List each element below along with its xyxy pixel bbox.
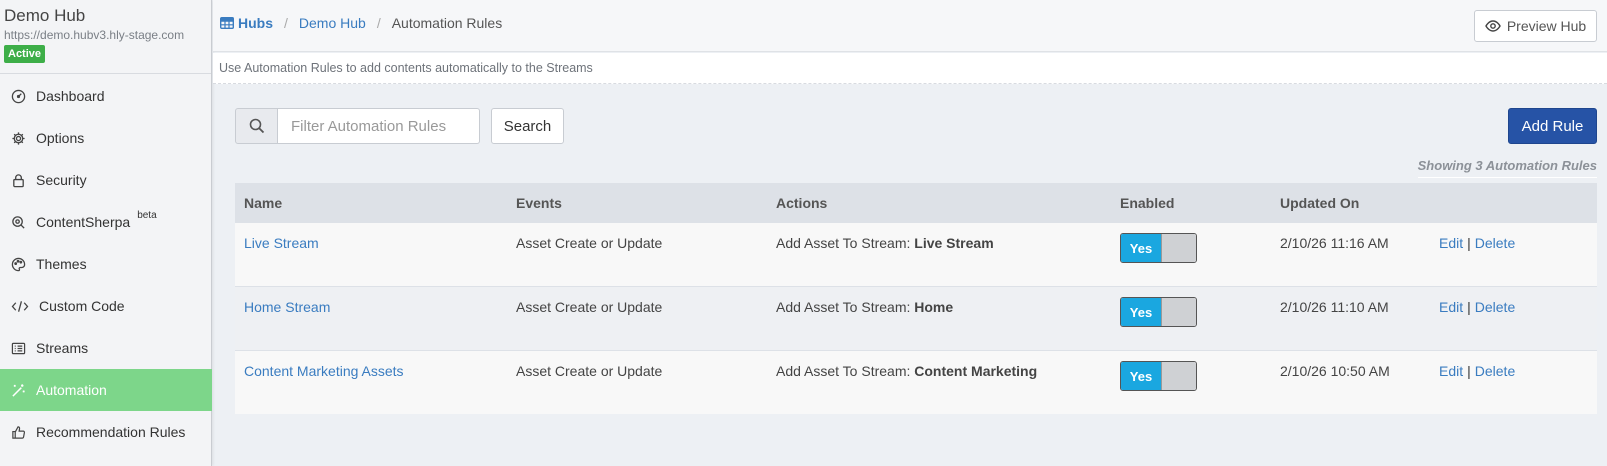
preview-hub-label: Preview Hub [1506, 18, 1587, 34]
sidebar-item-dashboard[interactable]: Dashboard [0, 75, 212, 117]
rule-action-prefix: Add Asset To Stream: [776, 299, 915, 315]
rule-name-link[interactable]: Live Stream [244, 235, 319, 251]
magic-wand-icon [10, 382, 26, 398]
beta-badge: beta [137, 209, 157, 221]
status-badge: Active [4, 45, 46, 63]
search-addon [235, 108, 278, 144]
list-icon [10, 340, 26, 356]
toggle-on-label: Yes [1121, 298, 1161, 326]
sidebar-item-label: ContentSherpa [36, 214, 131, 230]
lock-icon [10, 172, 26, 188]
dashboard-icon [10, 88, 26, 104]
enabled-toggle[interactable]: Yes [1120, 361, 1197, 391]
link-separator: | [1467, 235, 1471, 251]
table-row: Home Stream Asset Create or Update Add A… [235, 286, 1597, 350]
rule-event: Asset Create or Update [516, 363, 663, 379]
preview-hub-button[interactable]: Preview Hub [1474, 10, 1597, 42]
table-row: Content Marketing Assets Asset Create or… [235, 350, 1597, 414]
edit-link[interactable]: Edit [1439, 235, 1463, 251]
sidebar-item-recommendation-rules[interactable]: Recommendation Rules [0, 411, 212, 453]
toggle-on-label: Yes [1121, 234, 1161, 262]
search-input[interactable] [278, 108, 480, 144]
column-header-events: Events [516, 194, 562, 211]
sidebar: Demo Hub https://demo.hubv3.hly-stage.co… [0, 0, 212, 466]
table-row: Live Stream Asset Create or Update Add A… [235, 222, 1597, 286]
gear-icon [10, 130, 26, 146]
column-header-name: Name [244, 194, 283, 211]
search-icon [249, 118, 264, 134]
sidebar-item-automation[interactable]: Automation [0, 369, 212, 411]
sidebar-item-label: Automation [36, 382, 107, 398]
palette-icon [10, 256, 26, 272]
breadcrumb-current: Automation Rules [391, 15, 503, 31]
page-description: Use Automation Rules to add contents aut… [213, 53, 1607, 84]
rule-action-target: Content Marketing [914, 363, 1038, 379]
rule-action: Add Asset To Stream: Content Marketing [773, 363, 1117, 379]
breadcrumb-hub[interactable]: Demo Hub [299, 15, 366, 31]
toggle-knob [1161, 362, 1196, 390]
edit-link[interactable]: Edit [1439, 363, 1463, 379]
rule-action: Add Asset To Stream: Home [773, 299, 1117, 315]
search-button[interactable]: Search [491, 108, 564, 144]
sidebar-item-label: Recommendation Rules [36, 424, 186, 440]
sidebar-item-label: Streams [36, 340, 89, 356]
rule-action-prefix: Add Asset To Stream: [776, 363, 915, 379]
rule-updated-on: 2/10/26 11:16 AM [1280, 235, 1389, 251]
rule-updated-on: 2/10/26 10:50 AM [1280, 363, 1390, 379]
hub-header: Demo Hub https://demo.hubv3.hly-stage.co… [0, 0, 211, 74]
sherpa-icon [10, 214, 26, 230]
rule-action: Add Asset To Stream: Live Stream [773, 235, 1117, 251]
rule-name-link[interactable]: Content Marketing Assets [244, 363, 404, 379]
enabled-toggle[interactable]: Yes [1120, 233, 1197, 263]
sidebar-item-options[interactable]: Options [0, 117, 212, 159]
edit-link[interactable]: Edit [1439, 299, 1463, 315]
delete-link[interactable]: Delete [1475, 299, 1515, 315]
code-icon [10, 298, 29, 314]
thumbs-up-icon [10, 424, 26, 440]
toggle-on-label: Yes [1121, 362, 1161, 390]
rule-name-link[interactable]: Home Stream [244, 299, 330, 315]
add-rule-button[interactable]: Add Rule [1508, 108, 1597, 144]
sidebar-item-security[interactable]: Security [0, 159, 212, 201]
rule-event: Asset Create or Update [516, 299, 663, 315]
sidebar-item-label: Dashboard [36, 88, 105, 104]
delete-link[interactable]: Delete [1475, 235, 1515, 251]
column-header-updated-on: Updated On [1280, 194, 1360, 211]
breadcrumb-hubs-label: Hubs [238, 15, 273, 31]
eye-icon [1485, 20, 1501, 32]
sidebar-item-themes[interactable]: Themes [0, 243, 212, 285]
search-group: Search [235, 108, 564, 144]
rule-event: Asset Create or Update [516, 235, 663, 251]
toggle-knob [1161, 298, 1196, 326]
breadcrumb-separator: / [284, 15, 288, 31]
table-icon [220, 17, 234, 29]
sidebar-item-streams[interactable]: Streams [0, 327, 212, 369]
sidebar-item-contentsherpa[interactable]: ContentSherpa beta [0, 201, 212, 243]
breadcrumb-hubs[interactable]: Hubs [220, 15, 273, 31]
table-header: Name Events Actions Enabled Updated On [235, 183, 1597, 222]
toggle-knob [1161, 234, 1196, 262]
rule-action-target: Live Stream [914, 235, 994, 251]
sidebar-item-custom-code[interactable]: Custom Code [0, 285, 212, 327]
sidebar-item-label: Custom Code [39, 298, 125, 314]
top-bar: Hubs / Demo Hub / Automation Rules Previ… [213, 0, 1607, 52]
breadcrumb-separator: / [376, 15, 381, 31]
sidebar-item-label: Options [36, 130, 85, 146]
rule-updated-on: 2/10/26 11:10 AM [1280, 299, 1389, 315]
hub-url: https://demo.hubv3.hly-stage.com [4, 28, 185, 42]
link-separator: | [1467, 299, 1471, 315]
enabled-toggle[interactable]: Yes [1120, 297, 1197, 327]
delete-link[interactable]: Delete [1475, 363, 1515, 379]
rule-action-target: Home [914, 299, 954, 315]
column-header-enabled: Enabled [1120, 194, 1175, 211]
breadcrumb: Hubs / Demo Hub / Automation Rules [220, 15, 502, 31]
sidebar-item-label: Themes [36, 256, 87, 272]
hub-name: Demo Hub [4, 6, 86, 25]
sidebar-item-label: Security [36, 172, 87, 188]
results-count: Showing 3 Automation Rules [1417, 158, 1597, 178]
link-separator: | [1467, 363, 1471, 379]
column-header-actions: Actions [776, 194, 828, 211]
rule-action-prefix: Add Asset To Stream: [776, 235, 915, 251]
automation-rules-table: Name Events Actions Enabled Updated On L… [235, 183, 1597, 414]
